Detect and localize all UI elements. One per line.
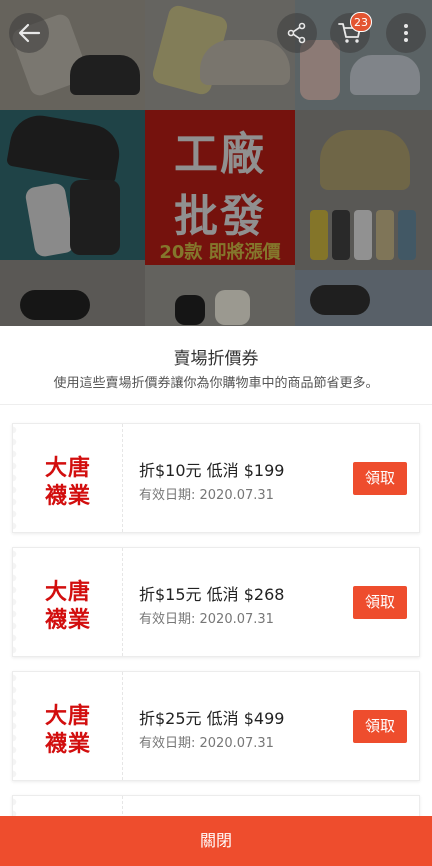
voucher-discount: 折$25元 低消 $499 (139, 709, 285, 728)
product-image-banner[interactable]: 工廠 批發 20款 即將漲價 (0, 0, 432, 326)
voucher-expiry: 有效日期: 2020.07.31 (139, 736, 274, 751)
voucher-card: 大唐 襪業 折$15元 低消 $268 有效日期: 2020.07.31 領取 (12, 547, 420, 657)
voucher-edge (13, 424, 19, 532)
voucher-card: 大唐 襪業 折$10元 低消 $199 有效日期: 2020.07.31 領取 (12, 423, 420, 533)
share-icon (287, 22, 306, 44)
voucher-logo-section: 大唐 襪業 (13, 424, 123, 532)
share-button[interactable] (277, 13, 317, 53)
cart-count-badge: 23 (350, 12, 372, 32)
sheet-title: 賣場折價券 (173, 349, 259, 369)
back-button[interactable] (9, 13, 49, 53)
shop-logo: 大唐 襪業 (35, 570, 101, 636)
more-options-button[interactable] (386, 13, 426, 53)
voucher-edge (13, 548, 19, 656)
shop-logo: 大唐 襪業 (35, 446, 101, 512)
more-vertical-icon (404, 24, 408, 42)
voucher-discount: 折$15元 低消 $268 (139, 585, 285, 604)
claim-button[interactable]: 領取 (353, 710, 407, 743)
voucher-sheet: 賣場折價券 使用這些賣場折價券讓你為你購物車中的商品節省更多。 大唐 襪業 折$… (0, 326, 432, 866)
voucher-edge (13, 672, 19, 780)
close-button[interactable]: 關閉 (0, 816, 432, 866)
shop-logo-text: 襪業 (44, 484, 91, 509)
back-arrow-icon (18, 23, 41, 43)
sheet-subtitle: 使用這些賣場折價券讓你為你購物車中的商品節省更多。 (53, 376, 379, 391)
dim-overlay (0, 0, 432, 326)
voucher-discount: 折$10元 低消 $199 (139, 461, 285, 480)
claim-button[interactable]: 領取 (353, 586, 407, 619)
voucher-card: 大唐 襪業 折$25元 低消 $499 有效日期: 2020.07.31 領取 (12, 671, 420, 781)
divider (0, 404, 432, 405)
voucher-logo-section: 大唐 襪業 (13, 548, 123, 656)
shop-logo-text: 襪業 (44, 608, 91, 633)
claim-button[interactable]: 領取 (353, 462, 407, 495)
shop-logo-text: 襪業 (44, 732, 91, 757)
voucher-logo-section: 大唐 襪業 (13, 672, 123, 780)
voucher-expiry: 有效日期: 2020.07.31 (139, 488, 274, 503)
voucher-expiry: 有效日期: 2020.07.31 (139, 612, 274, 627)
shop-logo: 大唐 襪業 (35, 694, 101, 760)
